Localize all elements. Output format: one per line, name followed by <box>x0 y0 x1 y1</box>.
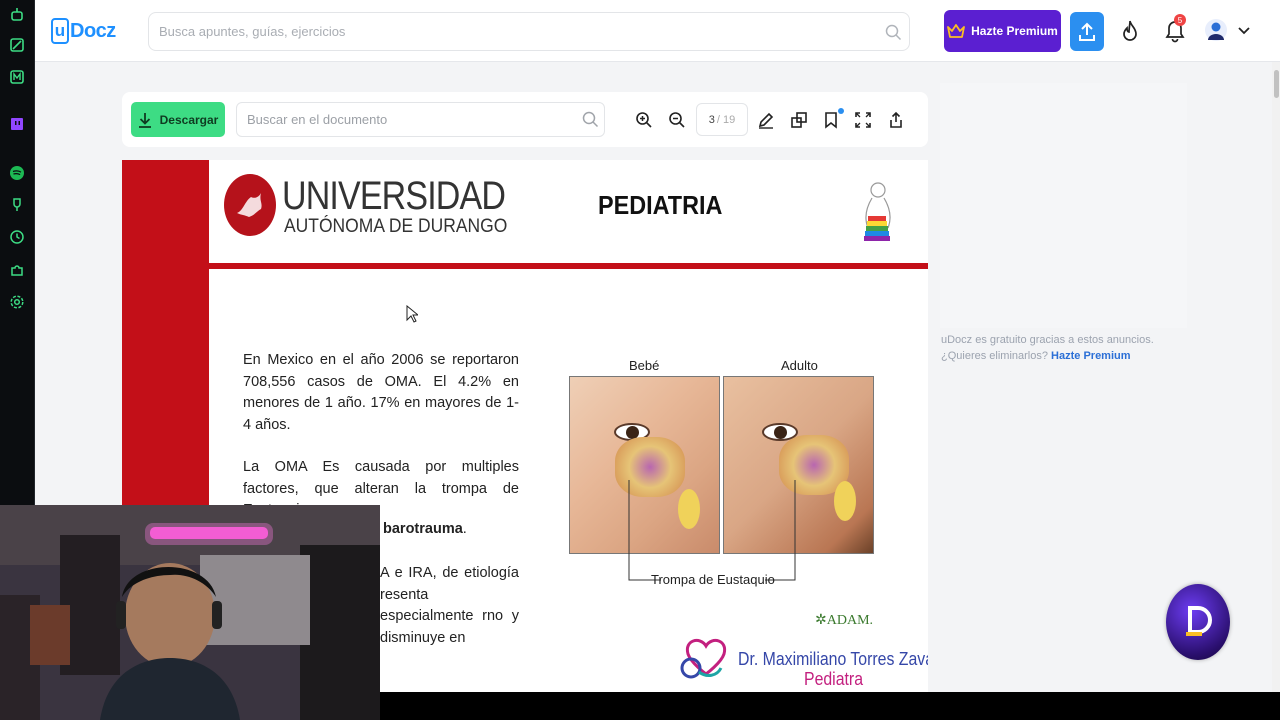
paragraph-statistics: En Mexico en el año 2006 se reportaron 7… <box>243 352 519 433</box>
adam-credit: ✲ADAM. <box>815 612 873 629</box>
notes-icon[interactable] <box>8 36 26 54</box>
partial-bold-suffix: . <box>462 521 467 537</box>
ad-placeholder <box>940 83 1187 328</box>
document-title: PEDIATRIA <box>598 190 723 220</box>
spotify-icon[interactable] <box>8 164 26 182</box>
ear-lobe-graphic <box>834 481 856 521</box>
document-search <box>236 102 605 137</box>
ad-premium-link[interactable]: Hazte Premium <box>1051 350 1130 362</box>
logo-u: u <box>51 18 69 44</box>
assistant-float-button[interactable] <box>1166 584 1230 660</box>
upload-button[interactable] <box>1070 12 1104 51</box>
twitch-icon[interactable] <box>8 116 26 134</box>
chevron-down-icon[interactable] <box>1237 24 1251 43</box>
image-caption: Trompa de Eustaquio <box>651 572 775 587</box>
partial-paragraph: A e IRA, de etiología resenta especialme… <box>380 565 519 646</box>
m-app-icon[interactable] <box>8 68 26 86</box>
doctor-logo <box>680 638 727 679</box>
global-search-input[interactable] <box>159 13 859 50</box>
mouse-cursor-icon <box>406 305 418 323</box>
share-icon[interactable] <box>886 110 906 130</box>
total-pages: / 19 <box>716 113 736 126</box>
page-scrollbar[interactable] <box>1272 62 1280 720</box>
download-icon <box>138 112 151 128</box>
bottom-black-bar <box>380 692 1280 720</box>
premium-button[interactable]: Hazte Premium <box>944 10 1061 52</box>
caption-pointer-lines <box>628 480 796 581</box>
university-crest-logo <box>224 174 276 236</box>
clock-icon[interactable] <box>8 228 26 246</box>
notification-badge: 5 <box>1174 14 1186 26</box>
top-header: uDocz Hazte Premium 5 <box>35 0 1280 62</box>
header-red-line <box>209 263 928 269</box>
trophy-icon[interactable] <box>8 196 26 214</box>
user-avatar[interactable] <box>1204 18 1228 46</box>
robot-icon[interactable] <box>8 5 26 23</box>
baby-toy-illustration <box>864 182 891 241</box>
bookmark-dot <box>838 108 844 114</box>
fullscreen-icon[interactable] <box>853 110 873 130</box>
document-search-input[interactable] <box>247 103 567 136</box>
university-name-line2: AUTÓNOMA DE DURANGO <box>284 216 508 237</box>
assistant-logo-icon <box>1186 606 1212 636</box>
webcam-video-feed <box>0 505 380 720</box>
scrollbar-thumb[interactable] <box>1274 70 1279 98</box>
zoom-out-icon[interactable] <box>667 110 687 130</box>
crown-icon <box>947 24 966 38</box>
label-adult: Adulto <box>781 358 818 373</box>
document-toolbar: Descargar 3/ 19 <box>122 92 928 147</box>
partial-list-item: barotrauma. <box>383 521 467 537</box>
search-icon[interactable] <box>885 24 902 46</box>
ad-notice: uDocz es gratuito gracias a estos anunci… <box>941 333 1191 364</box>
upload-icon <box>1079 22 1095 41</box>
page-indicator[interactable]: 3/ 19 <box>696 103 748 136</box>
search-icon[interactable] <box>582 111 599 133</box>
udocz-logo[interactable]: u Docz <box>51 17 116 45</box>
label-baby: Bebé <box>629 358 660 373</box>
premium-label: Hazte Premium <box>971 24 1058 38</box>
settings-icon[interactable] <box>8 293 26 311</box>
partial-bold-text: barotrauma <box>383 521 463 537</box>
global-search <box>148 12 910 51</box>
doctor-name: Dr. Maximiliano Torres Zavala <box>738 649 928 669</box>
logo-text: Docz <box>70 19 116 42</box>
university-name-line1: UNIVERSIDAD <box>282 174 506 218</box>
doctor-specialty: Pediatra <box>804 669 864 689</box>
zoom-in-icon[interactable] <box>634 110 654 130</box>
webcam-overlay <box>0 505 380 720</box>
share-link-icon[interactable] <box>789 110 809 130</box>
puzzle-icon[interactable] <box>8 261 26 279</box>
pen-icon[interactable] <box>756 110 776 130</box>
download-button[interactable]: Descargar <box>131 102 225 137</box>
adam-logo-icon: ✲ <box>815 613 827 628</box>
app-window: uDocz Hazte Premium 5 Descargar <box>0 0 1280 720</box>
current-page[interactable]: 3 <box>709 114 715 126</box>
streak-fire-icon[interactable] <box>1120 19 1140 48</box>
adam-text: ADAM. <box>826 613 874 628</box>
download-label: Descargar <box>159 112 219 127</box>
